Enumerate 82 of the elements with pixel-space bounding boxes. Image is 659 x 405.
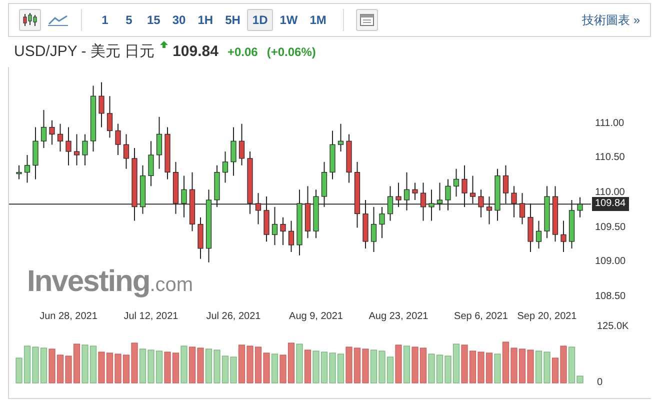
candlestick bbox=[123, 134, 130, 170]
candlestick bbox=[420, 182, 426, 222]
last-price: 109.84 bbox=[172, 42, 218, 62]
candlestick bbox=[255, 192, 262, 225]
candlestick bbox=[74, 134, 80, 166]
date-axis-label: Jul 12, 2021 bbox=[124, 311, 178, 323]
candlestick bbox=[470, 175, 476, 204]
interval-button[interactable]: 1D bbox=[247, 9, 273, 31]
volume-axis-label: 125.0K bbox=[597, 321, 629, 333]
candlestick bbox=[24, 154, 30, 184]
date-axis-label: Aug 9, 2021 bbox=[289, 311, 343, 323]
interval-button[interactable]: 15 bbox=[142, 9, 166, 31]
candlestick bbox=[148, 140, 154, 187]
price-axis-label: 108.50 bbox=[595, 291, 626, 303]
candlestick bbox=[436, 182, 443, 211]
candlestick bbox=[338, 123, 344, 152]
up-arrow-icon bbox=[160, 41, 168, 48]
candlestick bbox=[288, 220, 294, 252]
candlestick bbox=[156, 116, 162, 170]
candlestick bbox=[106, 96, 113, 138]
candlestick bbox=[404, 172, 410, 211]
candlestick bbox=[280, 216, 286, 246]
logo-suffix: .com bbox=[150, 273, 194, 298]
candlestick bbox=[57, 123, 64, 152]
interval-button[interactable]: 1H bbox=[192, 9, 218, 31]
table-view-button[interactable] bbox=[356, 9, 378, 31]
candlestick bbox=[181, 175, 187, 218]
candlestick bbox=[577, 196, 583, 218]
volume-axis-label: 0 bbox=[597, 377, 603, 389]
price-axis-label: 109.00 bbox=[595, 256, 626, 268]
interval-button[interactable]: 1 bbox=[94, 9, 116, 31]
logo-name: Investing bbox=[27, 264, 150, 300]
candlestick bbox=[272, 206, 278, 246]
chart-type-button[interactable] bbox=[19, 9, 41, 31]
price-axis-label: 110.00 bbox=[595, 187, 625, 199]
candlestick bbox=[396, 182, 402, 208]
candlestick bbox=[98, 82, 104, 128]
candlestick bbox=[16, 164, 22, 180]
current-price-tag: 109.84 bbox=[592, 197, 629, 212]
candlestick bbox=[66, 126, 72, 166]
candlestick bbox=[445, 178, 451, 211]
candlestick bbox=[486, 196, 492, 225]
candlestick bbox=[536, 220, 542, 250]
candlestick bbox=[519, 192, 526, 225]
interval-button[interactable]: 5 bbox=[118, 9, 140, 31]
candlestick-icon bbox=[22, 13, 38, 27]
date-axis-label: Jul 26, 2021 bbox=[206, 311, 261, 323]
price-change: +0.06 bbox=[227, 44, 258, 61]
candlestick bbox=[412, 182, 418, 201]
candlestick bbox=[370, 206, 377, 252]
price-change-percent: (+0.06%) bbox=[266, 44, 316, 61]
candlestick bbox=[478, 189, 484, 218]
date-axis-label: Sep 6, 2021 bbox=[454, 311, 508, 323]
candlestick bbox=[238, 123, 245, 166]
candlestick bbox=[511, 186, 517, 218]
candlestick bbox=[115, 123, 121, 156]
line-chart-icon bbox=[48, 14, 68, 26]
candlestick bbox=[453, 168, 460, 198]
interval-button[interactable]: 30 bbox=[167, 9, 191, 31]
candlestick bbox=[222, 151, 228, 184]
candlestick bbox=[82, 134, 88, 166]
candlestick bbox=[502, 164, 509, 204]
candlestick bbox=[462, 164, 468, 208]
table-icon bbox=[360, 14, 374, 26]
interval-button[interactable]: 1M bbox=[304, 9, 332, 31]
candlestick bbox=[230, 126, 236, 176]
interval-button[interactable]: 5H bbox=[220, 9, 246, 31]
candlestick bbox=[387, 186, 394, 222]
date-axis-label: Sep 20, 2021 bbox=[517, 311, 577, 323]
candlestick bbox=[560, 220, 566, 252]
date-axis-label: Aug 23, 2021 bbox=[368, 311, 428, 323]
technical-chart-link[interactable]: 技術圖表 » bbox=[582, 11, 640, 29]
symbol-title: USD/JPY - 美元 日元 bbox=[14, 42, 155, 62]
price-axis-label: 111.00 bbox=[595, 118, 624, 130]
candlestick bbox=[379, 206, 385, 239]
candlestick bbox=[49, 120, 55, 146]
price-axis-label: 110.50 bbox=[595, 152, 625, 164]
candlestick bbox=[428, 189, 434, 222]
interval-button[interactable]: 1W bbox=[274, 9, 303, 31]
date-axis-label: Jun 28, 2021 bbox=[40, 311, 98, 323]
price-axis-label: 109.50 bbox=[595, 222, 626, 234]
candlestick bbox=[40, 109, 47, 149]
